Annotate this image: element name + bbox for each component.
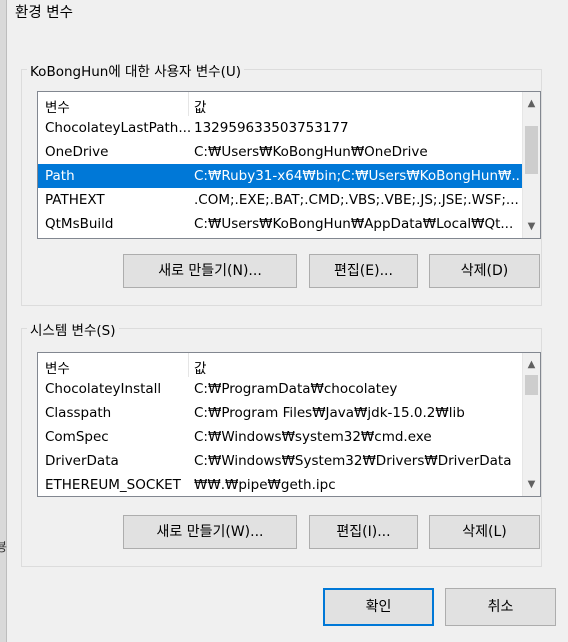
variable-name-cell: OneDrive <box>45 144 109 160</box>
variable-name-cell: Path <box>45 168 75 184</box>
user-header-value[interactable]: 값 <box>194 96 206 116</box>
user-variables-list[interactable]: 변수 값 ChocolateyLastPath... 13295963350375… <box>37 91 541 239</box>
system-list-scrollbar[interactable]: ▲ ▼ <box>522 353 540 496</box>
system-header-value[interactable]: 값 <box>194 357 206 377</box>
variable-value-cell: C:₩Windows₩system32₩cmd.exe <box>194 429 432 445</box>
system-new-button[interactable]: 새로 만들기(W)... <box>123 515 297 549</box>
table-row[interactable]: ComSpec C:₩Windows₩system32₩cmd.exe <box>38 425 522 449</box>
system-variables-list[interactable]: 변수 값 ChocolateyInstall C:₩ProgramData₩cho… <box>37 352 541 497</box>
variable-value-cell: C:₩Ruby31-x64₩bin;C:₩Users₩KoBongHun₩... <box>194 168 520 184</box>
user-edit-button[interactable]: 편집(E)... <box>309 254 418 288</box>
system-rows: ChocolateyInstall C:₩ProgramData₩chocolat… <box>38 377 522 496</box>
user-new-button[interactable]: 새로 만들기(N)... <box>123 254 297 288</box>
scroll-down-icon[interactable]: ▼ <box>523 218 540 235</box>
user-rows: ChocolateyLastPath... 132959633503753177 O… <box>38 116 522 238</box>
column-separator[interactable] <box>188 92 189 116</box>
table-row[interactable]: QtMsBuild C:₩Users₩KoBongHun₩AppData₩Loca… <box>38 212 522 236</box>
scroll-thumb[interactable] <box>525 126 538 174</box>
table-row[interactable]: ChocolateyLastPath... 132959633503753177 <box>38 116 522 140</box>
variable-value-cell: C:₩Users₩KoBongHun₩OneDrive <box>194 144 428 160</box>
column-separator[interactable] <box>188 353 189 377</box>
system-variables-label: 시스템 변수(S) <box>27 319 119 339</box>
user-delete-button[interactable]: 삭제(D) <box>429 254 540 288</box>
system-list-header: 변수 값 <box>38 353 522 377</box>
variable-value-cell: ₩₩.₩pipe₩geth.ipc <box>194 477 336 493</box>
variable-value-cell: 132959633503753177 <box>194 120 349 136</box>
variable-name-cell: ChocolateyLastPath... <box>45 120 191 136</box>
user-list-header: 변수 값 <box>38 92 522 116</box>
variable-value-cell: C:₩Users₩KoBongHun₩AppData₩Local₩Qt... <box>194 216 514 232</box>
variable-value-cell: C:₩Program Files₩Java₩jdk-15.0.2₩lib <box>194 405 465 421</box>
variable-name-cell: ComSpec <box>45 429 109 445</box>
variable-name-cell: QtMsBuild <box>45 216 114 232</box>
table-row[interactable]: Classpath C:₩Program Files₩Java₩jdk-15.0.… <box>38 401 522 425</box>
table-row[interactable]: Path C:₩Ruby31-x64₩bin;C:₩Users₩KoBongHun… <box>38 164 522 188</box>
system-header-variable[interactable]: 변수 <box>45 357 70 377</box>
ok-button[interactable]: 확인 <box>323 588 434 626</box>
variable-value-cell: C:₩Windows₩System32₩Drivers₩DriverData <box>194 453 512 469</box>
scroll-thumb[interactable] <box>525 375 538 395</box>
variable-value-cell: C:₩ProgramData₩chocolatey <box>194 381 398 397</box>
background-window-text: 뵹 <box>0 540 8 554</box>
user-variables-label: KoBongHun에 대한 사용자 변수(U) <box>27 60 244 80</box>
table-row[interactable]: ETHEREUM_SOCKET ₩₩.₩pipe₩geth.ipc <box>38 473 522 496</box>
window-title: 환경 변수 <box>15 5 73 21</box>
system-delete-button[interactable]: 삭제(L) <box>429 515 540 549</box>
user-header-variable[interactable]: 변수 <box>45 96 70 116</box>
background-window-edge: 뵹 <box>0 0 7 642</box>
scroll-down-icon[interactable]: ▼ <box>523 476 540 493</box>
scroll-up-icon[interactable]: ▲ <box>523 356 540 373</box>
variable-name-cell: ETHEREUM_SOCKET <box>45 477 181 493</box>
system-edit-button[interactable]: 편집(I)... <box>309 515 418 549</box>
variable-name-cell: Classpath <box>45 405 112 421</box>
cancel-button[interactable]: 취소 <box>445 588 556 626</box>
table-row[interactable]: ChocolateyInstall C:₩ProgramData₩chocolat… <box>38 377 522 401</box>
table-row[interactable]: PATHEXT .COM;.EXE;.BAT;.CMD;.VBS;.VBE;.JS… <box>38 188 522 212</box>
variable-name-cell: DriverData <box>45 453 119 469</box>
variable-value-cell: .COM;.EXE;.BAT;.CMD;.VBS;.VBE;.JS;.JSE;.… <box>194 192 519 208</box>
scroll-up-icon[interactable]: ▲ <box>523 95 540 112</box>
user-list-scrollbar[interactable]: ▲ ▼ <box>522 92 540 238</box>
variable-name-cell: PATHEXT <box>45 192 105 208</box>
table-row[interactable]: DriverData C:₩Windows₩System32₩Drivers₩Dr… <box>38 449 522 473</box>
table-row[interactable]: OneDrive C:₩Users₩KoBongHun₩OneDrive <box>38 140 522 164</box>
variable-name-cell: ChocolateyInstall <box>45 381 162 397</box>
